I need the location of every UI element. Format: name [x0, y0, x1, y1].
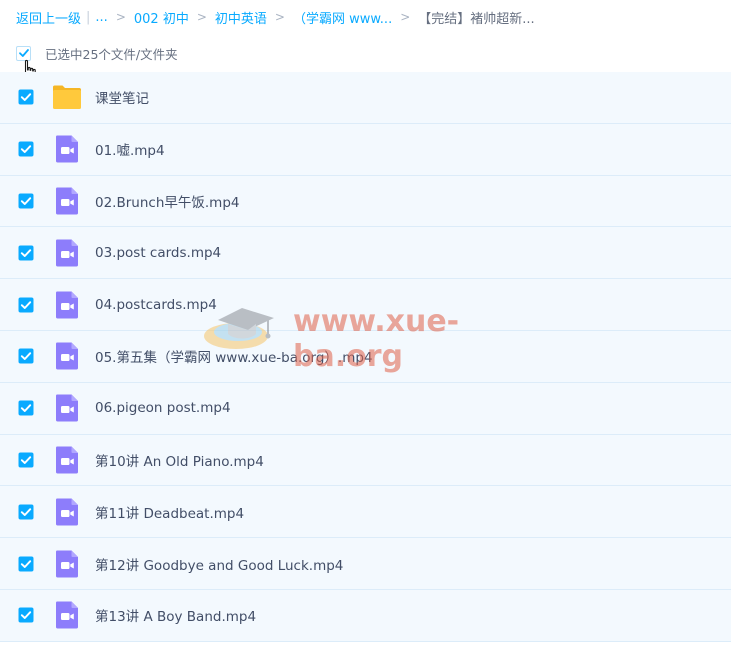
file-list: 课堂笔记 01.嘘.mp4 02.Brunch早午饭.mp4 03.post card…: [0, 72, 731, 642]
file-name[interactable]: 第13讲 A Boy Band.mp4: [95, 605, 256, 625]
video-file-icon: [56, 550, 78, 578]
file-row[interactable]: 第11讲 Deadbeat.mp4: [0, 486, 731, 539]
breadcrumb: 返回上一级 | ... > 002 初中 > 初中英语 > （学霸网 www..…: [16, 6, 716, 28]
file-row[interactable]: 05.第五集（学霸网 www.xue-ba.org）.mp4: [0, 330, 731, 383]
file-row[interactable]: 第13讲 A Boy Band.mp4: [0, 589, 731, 642]
row-checkbox[interactable]: [18, 193, 34, 209]
row-checkbox[interactable]: [18, 556, 34, 572]
checkbox-checked-icon: [18, 400, 34, 416]
chevron-right-icon: >: [115, 10, 126, 24]
file-row[interactable]: 02.Brunch早午饭.mp4: [0, 175, 731, 228]
breadcrumb-item[interactable]: （学霸网 www...: [293, 8, 392, 27]
checkbox-checked-icon: [18, 297, 34, 313]
file-row[interactable]: 04.postcards.mp4: [0, 279, 731, 331]
breadcrumb-ellipsis[interactable]: ...: [95, 10, 107, 25]
checkbox-checked-icon: [18, 141, 34, 157]
file-name[interactable]: 第12讲 Goodbye and Good Luck.mp4: [95, 554, 343, 574]
row-checkbox[interactable]: [18, 89, 34, 105]
chevron-right-icon: >: [274, 10, 285, 24]
checkbox-checked-icon: [18, 89, 34, 105]
row-checkbox[interactable]: [18, 348, 34, 364]
file-row[interactable]: 03.post cards.mp4: [0, 227, 731, 280]
file-row[interactable]: 课堂笔记: [0, 72, 731, 124]
video-file-icon: [56, 394, 78, 422]
video-file-icon: [56, 291, 78, 319]
checkbox-checked-icon: [18, 193, 34, 209]
checkbox-checked-icon: [18, 504, 34, 520]
row-checkbox[interactable]: [18, 607, 34, 623]
checkbox-checked-icon: [18, 348, 34, 364]
chevron-right-icon: >: [196, 10, 207, 24]
video-file-icon: [56, 446, 78, 474]
row-checkbox[interactable]: [18, 141, 34, 157]
checkbox-checked-icon: [18, 607, 34, 623]
file-row[interactable]: 第10讲 An Old Piano.mp4: [0, 434, 731, 487]
breadcrumb-item[interactable]: 初中英语: [215, 8, 267, 27]
checkbox-checked-icon: [18, 245, 34, 261]
checkbox-checked-icon: [18, 556, 34, 572]
file-name[interactable]: 01.嘘.mp4: [95, 139, 165, 159]
video-file-icon: [56, 342, 78, 370]
folder-icon: [53, 85, 81, 110]
file-row[interactable]: 第12讲 Goodbye and Good Luck.mp4: [0, 538, 731, 590]
file-name[interactable]: 第10讲 An Old Piano.mp4: [95, 450, 264, 470]
breadcrumb-current: 【完结】褚帅超新...: [418, 11, 535, 27]
check-icon: [18, 49, 29, 57]
row-checkbox[interactable]: [18, 297, 34, 313]
file-name[interactable]: 第11讲 Deadbeat.mp4: [95, 502, 244, 522]
video-file-icon: [56, 239, 78, 267]
file-name[interactable]: 04.postcards.mp4: [95, 297, 217, 313]
file-row[interactable]: 06.pigeon post.mp4: [0, 382, 731, 435]
chevron-right-icon: >: [400, 10, 411, 24]
file-name[interactable]: 课堂笔记: [95, 87, 149, 107]
selection-count-label: 已选中25个文件/文件夹: [45, 46, 178, 62]
file-name[interactable]: 05.第五集（学霸网 www.xue-ba.org）.mp4: [95, 346, 373, 366]
breadcrumb-divider: |: [86, 9, 91, 25]
video-file-icon: [56, 601, 78, 629]
row-checkbox[interactable]: [18, 504, 34, 520]
back-link[interactable]: 返回上一级: [16, 8, 81, 27]
video-file-icon: [56, 135, 78, 163]
video-file-icon: [56, 498, 78, 526]
row-checkbox[interactable]: [18, 245, 34, 261]
select-all-bar: 已选中25个文件/文件夹: [16, 42, 178, 64]
file-name[interactable]: 02.Brunch早午饭.mp4: [95, 191, 239, 211]
checkbox-checked-icon: [18, 452, 34, 468]
breadcrumb-item[interactable]: 002 初中: [134, 8, 189, 27]
file-name[interactable]: 06.pigeon post.mp4: [95, 400, 231, 416]
row-checkbox[interactable]: [18, 400, 34, 416]
file-name[interactable]: 03.post cards.mp4: [95, 245, 221, 261]
file-row[interactable]: 01.嘘.mp4: [0, 123, 731, 176]
row-checkbox[interactable]: [18, 452, 34, 468]
video-file-icon: [56, 187, 78, 215]
